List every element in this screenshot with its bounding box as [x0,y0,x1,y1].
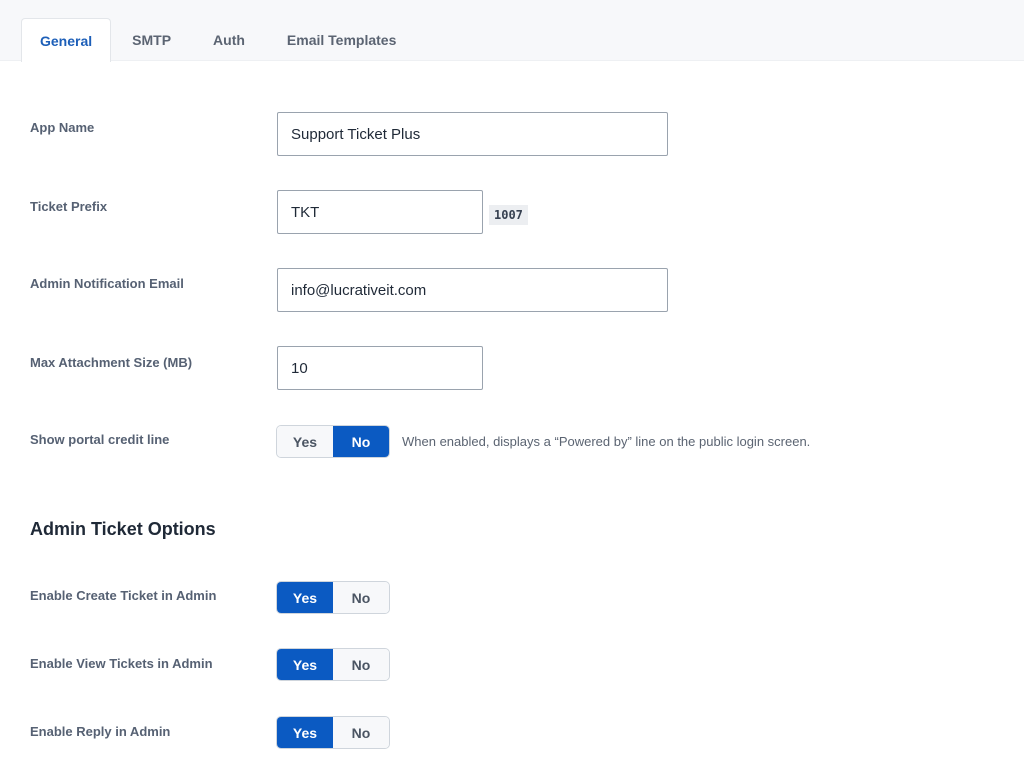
app-name-input[interactable] [277,112,668,156]
admin-ticket-options-heading: Admin Ticket Options [30,519,216,539]
view-tickets-yes-option[interactable]: Yes [277,649,333,680]
admin-email-input[interactable] [277,268,668,312]
credit-line-label: Show portal credit line [30,432,170,447]
credit-line-yes-option[interactable]: Yes [277,426,333,457]
ticket-prefix-label: Ticket Prefix [30,199,108,214]
credit-line-toggle: Yes No [276,425,390,458]
ticket-number-preview: 1007 [489,205,528,225]
view-tickets-no-option[interactable]: No [333,649,389,680]
reply-yes-option[interactable]: Yes [277,717,333,748]
create-ticket-yes-option[interactable]: Yes [277,582,333,613]
tab-general[interactable]: General [21,18,112,62]
tab-auth[interactable]: Auth [192,18,266,61]
create-ticket-no-option[interactable]: No [333,582,389,613]
tab-smtp[interactable]: SMTP [111,18,192,61]
ticket-prefix-input[interactable] [277,190,483,234]
create-ticket-label: Enable Create Ticket in Admin [30,588,217,603]
max-attachment-label: Max Attachment Size (MB) [30,355,193,370]
admin-email-label: Admin Notification Email [30,276,184,291]
view-tickets-toggle: Yes No [276,648,390,681]
tab-bar: General SMTP Auth Email Templates [0,0,1024,62]
settings-panel: App Name Ticket Prefix 1007 Admin Notifi… [0,62,1024,781]
reply-label: Enable Reply in Admin [30,724,171,739]
view-tickets-label: Enable View Tickets in Admin [30,656,213,671]
credit-line-no-option[interactable]: No [333,426,389,457]
tab-list: General SMTP Auth Email Templates [21,18,417,62]
reply-toggle: Yes No [276,716,390,749]
max-attachment-input[interactable] [277,346,483,390]
create-ticket-toggle: Yes No [276,581,390,614]
credit-line-hint: When enabled, displays a “Powered by” li… [402,434,811,449]
app-name-label: App Name [30,120,95,135]
tab-email-templates[interactable]: Email Templates [266,18,417,61]
reply-no-option[interactable]: No [333,717,389,748]
